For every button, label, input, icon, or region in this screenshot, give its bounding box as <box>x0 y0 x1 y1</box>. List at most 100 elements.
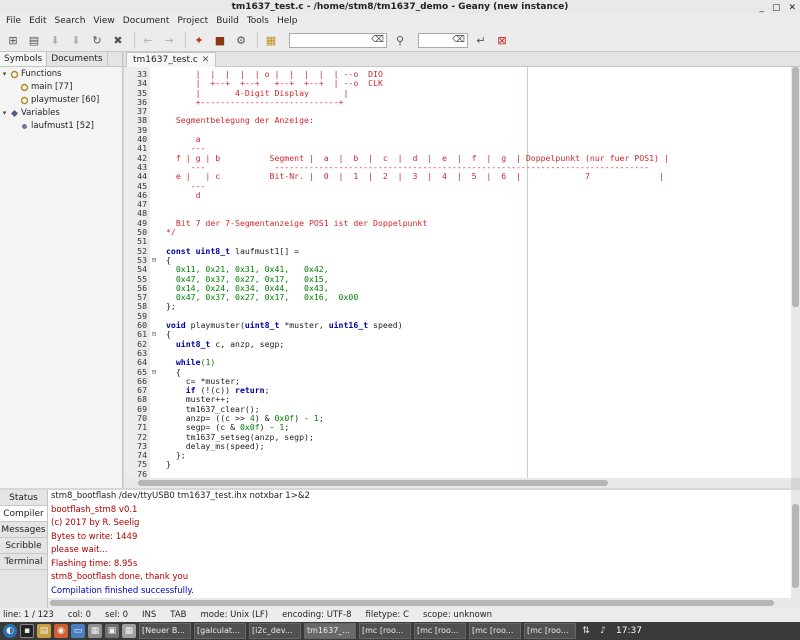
menu-file[interactable]: File <box>2 14 25 29</box>
code-line[interactable]: 36 +----------------------------+ <box>124 97 791 107</box>
app-icon[interactable]: ▣ <box>105 624 119 638</box>
menu-document[interactable]: Document <box>119 14 174 29</box>
compile-icon[interactable]: ✦ <box>190 31 208 49</box>
menu-edit[interactable]: Edit <box>25 14 50 29</box>
code-line[interactable]: 39 <box>124 125 791 135</box>
code-line[interactable]: 50 */ <box>124 227 791 237</box>
code-editor[interactable]: 33 | | | | | o | | | | | --o DIO 34 | +--… <box>124 67 791 478</box>
code-line[interactable]: 63 <box>124 348 791 358</box>
taskbar-task[interactable]: [galculat... <box>194 623 246 639</box>
tab-messages[interactable]: Messages <box>0 522 47 538</box>
goto-line-input[interactable]: ⌫ <box>418 32 468 48</box>
calculator-icon[interactable]: ▦ <box>122 624 136 638</box>
editor-tab[interactable]: tm1637_test.c ✕ <box>126 52 217 67</box>
taskbar-task[interactable]: [Neuer B... <box>139 623 191 639</box>
taskbar-task[interactable]: [mc [roo... <box>359 623 411 639</box>
taskbar-task[interactable]: [i2c_dev... <box>249 623 301 639</box>
network-icon[interactable]: ⇅ <box>579 624 593 638</box>
menu-tools[interactable]: Tools <box>243 14 273 29</box>
output-vertical-scrollbar[interactable] <box>791 490 800 608</box>
quit-icon[interactable]: ⊠ <box>493 31 511 49</box>
search-input[interactable]: ⌫ <box>289 32 387 48</box>
tree-item-variables[interactable]: ▾ Variables <box>0 107 122 120</box>
code-line[interactable]: 75} <box>124 460 791 470</box>
editor-horizontal-scrollbar[interactable] <box>124 478 791 488</box>
taskbar-task[interactable]: [mc [roo... <box>524 623 576 639</box>
tab-symbols[interactable]: Symbols <box>0 52 48 66</box>
code-line[interactable]: 45 --- <box>124 181 791 191</box>
save-all-icon[interactable]: ⬇ <box>67 31 85 49</box>
file-manager-icon[interactable]: ▤ <box>37 624 51 638</box>
scrollbar-thumb[interactable] <box>792 67 799 307</box>
taskbar-task[interactable]: tm1637_... <box>304 623 356 639</box>
code-line[interactable]: 58}; <box>124 302 791 312</box>
editor-vertical-scrollbar[interactable] <box>791 67 800 478</box>
code-line[interactable]: 60 void playmuster(uint8_t *muster, uint1… <box>124 320 791 330</box>
menu-project[interactable]: Project <box>173 14 212 29</box>
color-chooser-icon[interactable]: ▦ <box>262 31 280 49</box>
close-file-icon[interactable]: ✖ <box>109 31 127 49</box>
menu-view[interactable]: View <box>89 14 118 29</box>
clear-goto-icon[interactable]: ⌫ <box>452 35 465 45</box>
menu-build[interactable]: Build <box>212 14 243 29</box>
taskbar-task[interactable]: [mc [roo... <box>469 623 521 639</box>
code-line[interactable]: 74 }; <box>124 450 791 460</box>
code-line[interactable]: 49 Bit 7 der 7-Segmentanzeige POS1 ist d… <box>124 218 791 228</box>
close-window-button[interactable]: ✕ <box>788 1 796 15</box>
menu-search[interactable]: Search <box>51 14 90 29</box>
start-menu-icon[interactable]: ◐ <box>3 624 17 638</box>
code-line[interactable]: 64 while(1) <box>124 357 791 367</box>
menu-help[interactable]: Help <box>273 14 302 29</box>
open-file-icon[interactable]: ▤ <box>25 31 43 49</box>
save-icon[interactable]: ⬇ <box>46 31 64 49</box>
tab-documents[interactable]: Documents <box>47 52 108 66</box>
clear-search-icon[interactable]: ⌫ <box>371 35 384 45</box>
code-line[interactable]: 62 uint8_t c, anzp, segp; <box>124 339 791 349</box>
tab-status[interactable]: Status <box>0 490 47 506</box>
tree-item-functions[interactable]: ▾ Functions <box>0 68 122 81</box>
taskbar-task[interactable]: [mc [roo... <box>414 623 466 639</box>
scrollbar-thumb[interactable] <box>138 480 608 486</box>
goto-line-icon[interactable]: ↵ <box>472 31 490 49</box>
code-line[interactable]: 46 d <box>124 190 791 200</box>
back-icon[interactable]: ← <box>139 31 157 49</box>
browser-icon[interactable]: ◉ <box>54 624 68 638</box>
fold-marker-icon[interactable]: ⊟ <box>148 330 160 339</box>
tab-compiler[interactable]: Compiler <box>0 506 47 522</box>
output-horizontal-scrollbar[interactable] <box>48 598 791 608</box>
code-line[interactable]: 52 const uint8_t laufmust1[] = <box>124 246 791 256</box>
build-icon[interactable]: ■ <box>211 31 229 49</box>
fold-marker-icon[interactable]: ⊟ <box>148 368 160 377</box>
code-line[interactable]: 47 <box>124 199 791 209</box>
code-line[interactable]: 38 Segmentbelegung der Anzeige: <box>124 116 791 126</box>
clock[interactable]: 17:37 <box>616 626 642 636</box>
code-text[interactable]: 33 | | | | | o | | | | | --o DIO 34 | +--… <box>124 69 791 478</box>
code-line[interactable]: 44 e | | c Bit-Nr. | 0 | 1 | 2 | 3 | 4 |… <box>124 171 791 181</box>
tree-item-main[interactable]: main [77] <box>0 81 122 94</box>
fold-marker-icon[interactable]: ⊟ <box>148 256 160 265</box>
code-line[interactable]: 40 a <box>124 134 791 144</box>
volume-icon[interactable]: ♪ <box>596 624 610 638</box>
compiler-output[interactable]: stm8_bootflash /dev/ttyUSB0 tm1637_test.… <box>48 490 791 598</box>
maximize-button[interactable]: ▢ <box>772 1 781 15</box>
new-file-icon[interactable]: ⊞ <box>4 31 22 49</box>
tree-item-playmuster[interactable]: playmuster [60] <box>0 94 122 107</box>
search-icon[interactable]: ⚲ <box>391 31 409 49</box>
tab-terminal[interactable]: Terminal <box>0 554 47 570</box>
expander-icon[interactable]: ▾ <box>0 68 9 81</box>
tab-scribble[interactable]: Scribble <box>0 538 47 554</box>
forward-icon[interactable]: → <box>160 31 178 49</box>
app-icon[interactable]: ▦ <box>88 624 102 638</box>
scrollbar-thumb[interactable] <box>50 600 774 606</box>
tree-item-laufmust1[interactable]: laufmust1 [52] <box>0 120 122 133</box>
revert-icon[interactable]: ↻ <box>88 31 106 49</box>
desktop-icon[interactable]: ▭ <box>71 624 85 638</box>
code-line[interactable]: 76 <box>124 469 791 478</box>
close-tab-icon[interactable]: ✕ <box>202 55 210 65</box>
execute-icon[interactable]: ⚙ <box>232 31 250 49</box>
code-line[interactable]: 73 delay_ms(speed); <box>124 441 791 451</box>
expander-icon[interactable]: ▾ <box>0 107 9 120</box>
terminal-icon[interactable]: ▪ <box>20 624 34 638</box>
minimize-button[interactable]: _ <box>759 1 764 15</box>
scrollbar-thumb[interactable] <box>792 504 799 588</box>
